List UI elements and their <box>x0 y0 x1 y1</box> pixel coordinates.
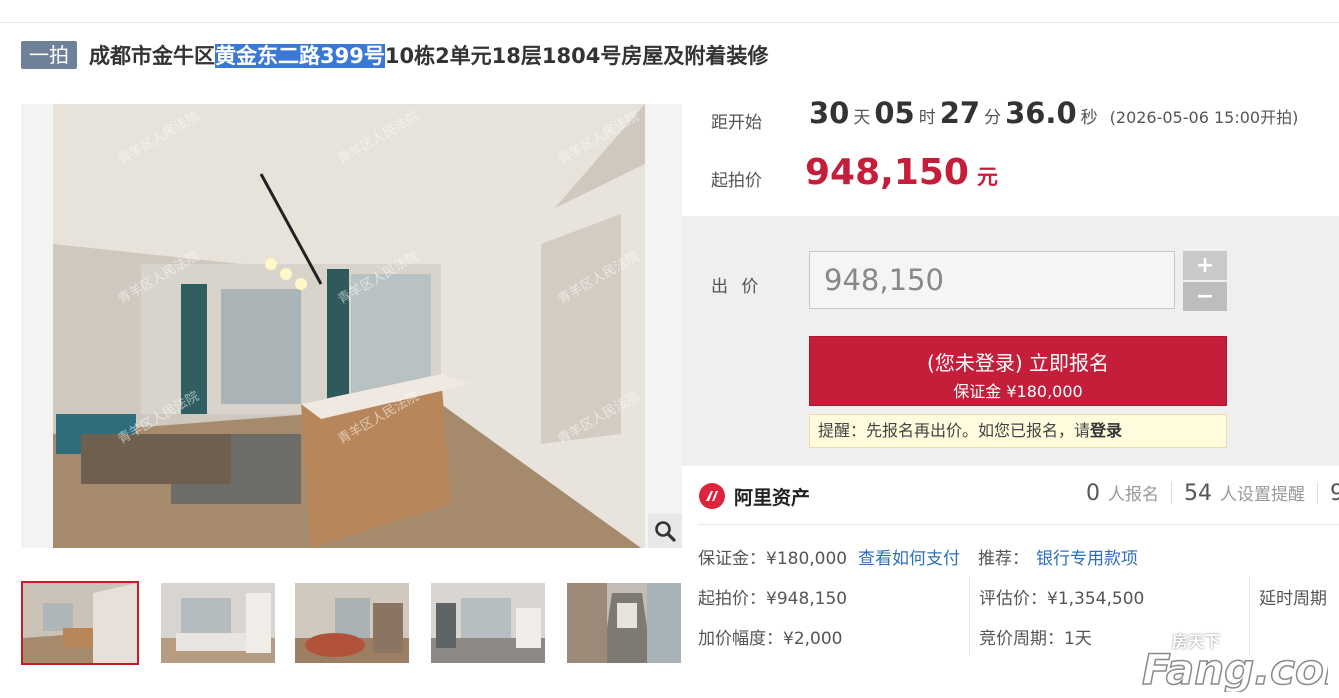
stat-separator <box>1171 482 1172 504</box>
start-price-unit: 元 <box>976 165 998 189</box>
bid-amount-input[interactable] <box>809 251 1175 309</box>
auction-header-info: 距开始 30 天 05 时 27 分 36.0 秒 (2026-05-06 15… <box>682 90 1339 216</box>
watermark-big: Fang.com <box>1142 645 1328 692</box>
watch-count: 9 <box>1330 481 1339 506</box>
thumbnail-2[interactable] <box>159 581 277 665</box>
zoom-icon <box>655 521 676 542</box>
top-divider <box>0 22 1339 23</box>
countdown-hours: 05 <box>874 96 915 130</box>
countdown: 30 天 05 时 27 分 36.0 秒 (2026-05-06 15:00开… <box>809 96 1298 130</box>
countdown-days-unit: 天 <box>853 108 871 128</box>
signup-count: 0 <box>1086 481 1100 506</box>
plus-icon: + <box>1195 253 1215 278</box>
countdown-minutes: 27 <box>939 96 981 130</box>
title-highlight: 黄金东二路399号 <box>215 44 385 68</box>
decrease-bid-button[interactable]: − <box>1183 282 1227 311</box>
how-to-pay-link: 查看如何支付 <box>858 544 960 569</box>
room-photo-illustration: 青羊区人民法院 青羊区人民法院 青羊区人民法院 青羊区人民法院 青羊区人民法院 … <box>21 104 682 548</box>
increase-bid-button[interactable]: + <box>1183 251 1227 280</box>
thumbnail-3[interactable] <box>293 581 411 665</box>
reminder-count: 54 <box>1184 481 1212 506</box>
bid-panel: 出 价 + − (您未登录) 立即报名 保证金 ¥180,000 提醒：先报名再… <box>682 216 1339 466</box>
title-text: 成都市金牛区黄金东二路399号10栋2单元18层1804号房屋及附着装修 <box>89 40 768 70</box>
fang-watermark-logo: Fang.com <box>1141 644 1328 692</box>
auction-stats: 0 人报名 54 人设置提醒 9 <box>1086 480 1339 506</box>
signup-deposit-label: 保证金 ¥180,000 <box>953 382 1083 401</box>
start-price: 948,150 元 <box>805 152 998 193</box>
countdown-days: 30 <box>809 96 850 130</box>
deposit-info: 保证金：¥180,000 <box>698 549 848 569</box>
appraisal-info: 评估价：¥1,354,500 <box>979 589 1145 609</box>
countdown-minutes-unit: 分 <box>984 108 1002 128</box>
auction-stage-badge: 一拍 <box>21 41 77 69</box>
increment-info: 加价幅度：¥2,000 <box>698 629 843 649</box>
signup-count-label: 人报名 <box>1108 485 1159 505</box>
recommend-label: 推荐： <box>978 549 1029 569</box>
page-title: 一拍 成都市金牛区黄金东二路399号10栋2单元18层1804号房屋及附着装修 <box>21 40 768 70</box>
countdown-hours-unit: 时 <box>918 108 936 128</box>
main-photo[interactable]: 青羊区人民法院 青羊区人民法院 青羊区人民法院 青羊区人民法院 青羊区人民法院 … <box>21 104 682 548</box>
bidding-cycle-info: 竞价周期：1天 <box>979 629 1092 649</box>
watermark-small: 房天下 <box>1172 632 1221 651</box>
countdown-label: 距开始 <box>711 113 762 133</box>
signup-button-label: (您未登录) 立即报名 <box>927 351 1109 375</box>
bid-label: 出 价 <box>711 277 763 297</box>
bank-account-link-text[interactable]: 银行专用款项 <box>1036 549 1138 569</box>
thumbnail-5[interactable] <box>565 581 683 665</box>
login-notice: 提醒：先报名再出价。如您已报名，请登录 <box>809 414 1227 448</box>
column-divider <box>969 576 970 656</box>
thumbnail-1[interactable] <box>21 581 139 665</box>
countdown-seconds-unit: 秒 <box>1080 108 1098 128</box>
notice-text: 提醒：先报名再出价。如您已报名，请 <box>818 421 1091 440</box>
start-price-info: 起拍价：¥948,150 <box>698 589 848 609</box>
stat-separator <box>1317 482 1318 504</box>
login-link[interactable]: 登录 <box>1090 421 1122 440</box>
thumbnail-4[interactable] <box>429 581 547 665</box>
details-divider <box>698 524 1339 525</box>
title-suffix: 10栋2单元18层1804号房屋及附着装修 <box>384 44 769 68</box>
delay-period-info: 延时周期 <box>1259 589 1327 609</box>
signup-button[interactable]: (您未登录) 立即报名 保证金 ¥180,000 <box>809 336 1227 406</box>
title-prefix: 成都市金牛区 <box>89 44 215 68</box>
bank-account-link: 银行专用款项 <box>1036 544 1138 569</box>
zoom-button[interactable] <box>648 514 682 548</box>
start-price-label: 起拍价 <box>711 171 762 191</box>
start-price-value: 948,150 <box>805 152 969 193</box>
countdown-seconds: 36.0 <box>1005 96 1077 130</box>
minus-icon: − <box>1195 284 1215 309</box>
auction-start-time: (2026-05-06 15:00开拍) <box>1109 108 1299 127</box>
reminder-count-label: 人设置提醒 <box>1220 485 1305 505</box>
platform-name: 阿里资产 <box>734 487 811 509</box>
ali-asset-logo-icon <box>699 483 725 509</box>
how-to-pay-link-text[interactable]: 查看如何支付 <box>858 549 960 569</box>
